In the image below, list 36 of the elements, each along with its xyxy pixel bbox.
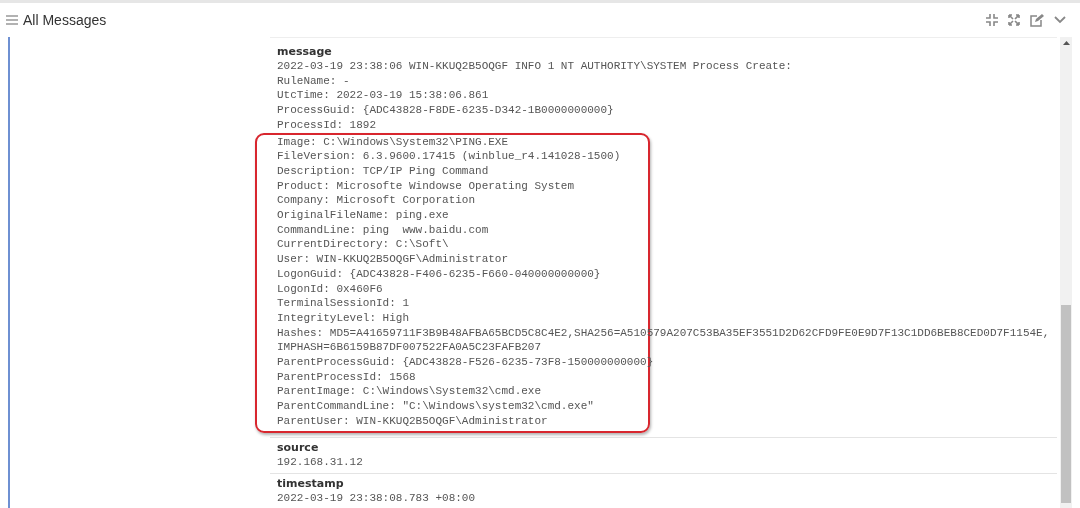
field-value-line: LogonId: 0x460F6 — [277, 281, 384, 297]
field-value-line: 2022-03-19 23:38:08.783 +08:00 — [277, 491, 477, 506]
menu-icon[interactable] — [6, 15, 18, 25]
field-value-line: ParentImage: C:\Windows\System32\cmd.exe — [277, 384, 543, 400]
field-value-line: IntegrityLevel: High — [277, 310, 411, 326]
field-value-line: CommandLine: ping www.baidu.com — [277, 222, 490, 238]
field-value-line: ParentCommandLine: "C:\Windows\system32\cmd.exe" — [277, 399, 595, 414]
field-value-line: Company: Microsoft Corporation — [277, 193, 477, 209]
field-value-line: Image: C:\Windows\System32\PING.EXE — [277, 134, 510, 150]
field-value-line: Description: TCP/IP Ping Command — [277, 163, 490, 179]
field-value-line: ProcessGuid: {ADC43828-F8DE-6235-D342-1B0000000000} — [277, 103, 615, 118]
scrollbar-thumb[interactable] — [1061, 305, 1071, 503]
field-value-line: CurrentDirectory: C:\Soft\ — [277, 237, 450, 253]
chevron-down-icon[interactable] — [1054, 16, 1066, 24]
edit-icon[interactable] — [1030, 13, 1044, 27]
field-name: timestamp — [277, 476, 345, 492]
field-value-line: TerminalSessionId: 1 — [277, 296, 411, 311]
field-value-line: ParentUser: WIN-KKUQ2B5OQGF\Administrator — [277, 413, 549, 429]
panel-title: All Messages — [23, 12, 107, 28]
field-value-line: OriginalFileName: ping.exe — [277, 208, 450, 223]
field-value-line: ParentProcessId: 1568 — [277, 369, 417, 385]
field-name: message — [277, 44, 333, 59]
field-value-line: ProcessId: 1892 — [277, 117, 378, 133]
field-value-line: LogonGuid: {ADC43828-F406-6235-F660-040000000000} — [277, 266, 602, 282]
field-value-line: Product: Microsofte Windowse Operating System — [277, 178, 576, 194]
field-value-line: 2022-03-19 23:38:06 WIN-KKUQ2B5OQGF INFO 1 NT AUTHORITY\SYSTEM Process Create: — [277, 59, 793, 74]
field-value-line: FileVersion: 6.3.9600.17415 (winblue_r4.141028-1500) — [277, 149, 622, 164]
field-value-line: User: WIN-KKUQ2B5OQGF\Administrator — [277, 252, 510, 267]
field-value-line: 192.168.31.12 — [277, 454, 364, 470]
scroll-up-icon[interactable] — [1062, 41, 1070, 45]
field-value-line: UtcTime: 2022-03-19 15:38:06.861 — [277, 88, 490, 104]
collapse-icon[interactable] — [986, 14, 998, 26]
expand-icon[interactable] — [1008, 14, 1020, 26]
field-value-line: RuleName: - — [277, 73, 351, 89]
field-name: source — [277, 439, 320, 455]
scrollbar[interactable] — [1060, 37, 1072, 508]
